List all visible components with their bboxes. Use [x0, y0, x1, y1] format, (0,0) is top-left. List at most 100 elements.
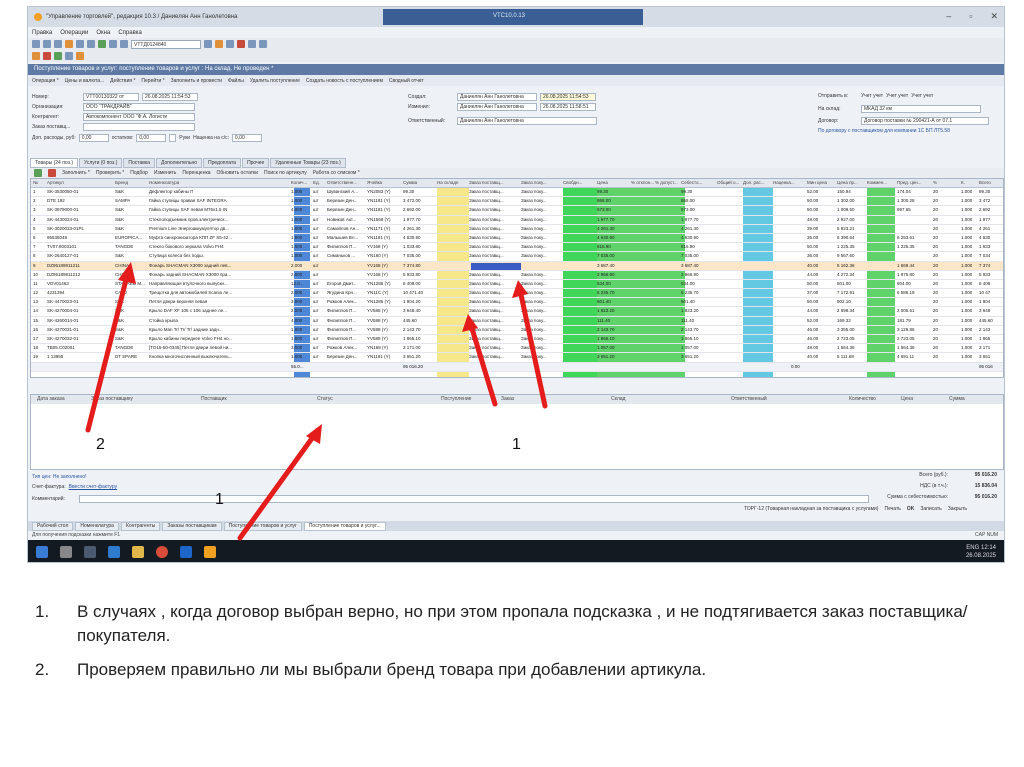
- cell-art[interactable]: TB05.C02001: [47, 345, 75, 350]
- cell-resp[interactable]: Шуванский А...: [327, 189, 358, 194]
- expenses-field[interactable]: 0,00: [78, 134, 109, 142]
- cell-unit[interactable]: шт: [313, 198, 319, 203]
- table-row[interactable]: 12 4231394 CAJU Трещотка для автомобилей Sc…: [31, 289, 1003, 299]
- cell-resp[interactable]: Филиппов П...: [327, 336, 356, 341]
- cell-brand[interactable]: STARRED M...: [115, 281, 145, 286]
- table-row[interactable]: 7 TV07.8003101 TANGDE Стекло бокового зерка…: [31, 243, 1003, 253]
- cell-sum[interactable]: 5 933.80: [403, 272, 421, 277]
- cell-sum[interactable]: 4 630.90: [403, 235, 421, 240]
- cell-price[interactable]: 111.40: [597, 318, 610, 323]
- cell-k[interactable]: 1.000: [961, 217, 972, 222]
- cell-buyer[interactable]: Заказ поку...: [521, 318, 547, 323]
- cell-cost[interactable]: 3 651.20: [681, 354, 699, 359]
- cell-n[interactable]: 4: [33, 217, 36, 222]
- cell-name[interactable]: Трещотка для автомобилей Scania ле...: [149, 290, 232, 295]
- cell-sum[interactable]: 3 651.20: [403, 354, 421, 359]
- cell-art[interactable]: DZ95189811211: [47, 263, 80, 268]
- column-header[interactable]: Бренд: [115, 180, 128, 185]
- cell-brand[interactable]: SAMPA: [115, 198, 130, 203]
- cell-buyer[interactable]: Заказ поку...: [521, 327, 547, 332]
- column-header[interactable]: % отклон...: [631, 180, 654, 185]
- cell-k[interactable]: 1.000: [961, 235, 972, 240]
- grid-refresh-stock[interactable]: Обновить остатки: [217, 170, 258, 176]
- cell-min[interactable]: 44.00: [807, 272, 818, 277]
- cell-pp[interactable]: 2 723.05: [837, 336, 855, 341]
- cell-price[interactable]: 4 261.30: [597, 226, 615, 231]
- cell-brand[interactable]: S&K: [115, 226, 124, 231]
- cell-price[interactable]: 2 143.70: [597, 327, 615, 332]
- cell-total[interactable]: 3 171: [979, 345, 990, 350]
- cell-prev[interactable]: 4 691.11: [897, 354, 914, 359]
- action-delete[interactable]: Удалить поступление: [250, 78, 300, 84]
- column-header[interactable]: Цена пр...: [837, 180, 858, 185]
- cell-pp[interactable]: 801.00: [837, 281, 851, 286]
- invoice-link[interactable]: Ввести счет-фактуру: [69, 484, 117, 490]
- cell-cell[interactable]: YN168 (Y): [367, 345, 388, 350]
- cell-total[interactable]: 99.30: [979, 189, 990, 194]
- cell-n[interactable]: 2: [33, 198, 36, 203]
- cell-qty[interactable]: 2.000: [291, 308, 302, 313]
- cell-k[interactable]: 1.000: [961, 207, 972, 212]
- cell-qty[interactable]: 1.000: [291, 198, 302, 203]
- cell-k[interactable]: 1.000: [961, 281, 972, 286]
- cell-buyer[interactable]: Заказ поку...: [521, 281, 547, 286]
- cell-buyer[interactable]: Заказ поку...: [521, 244, 547, 249]
- cell-k[interactable]: 1.000: [961, 263, 972, 268]
- cell-k[interactable]: 1.000: [961, 327, 972, 332]
- column-header[interactable]: Цена: [597, 180, 608, 185]
- cell-cell[interactable]: YN2083 (Y): [367, 189, 391, 194]
- cell-pp[interactable]: 5 111.68: [837, 354, 854, 359]
- cell-art[interactable]: DTE 192: [47, 198, 65, 203]
- close-icon[interactable]: ✕: [990, 11, 998, 22]
- cell-pct[interactable]: 20: [933, 345, 938, 350]
- cell-buyer[interactable]: Заказ поку...: [521, 235, 547, 240]
- cell-brand[interactable]: S&K: [115, 217, 124, 222]
- cell-pp[interactable]: 2 698.34: [837, 308, 855, 313]
- cell-art[interactable]: VDV01463: [47, 281, 69, 286]
- column-header[interactable]: К.: [961, 180, 965, 185]
- action-create-news[interactable]: Создать новость с поступлением: [306, 78, 383, 84]
- cell-n[interactable]: 1: [33, 189, 36, 194]
- column-header[interactable]: Себесто...: [681, 180, 702, 185]
- cell-art[interactable]: SK-4260014-01: [47, 318, 79, 323]
- cell-sum[interactable]: 10 471.40: [403, 290, 423, 295]
- grid-list-work[interactable]: Работа со списком *: [313, 170, 360, 176]
- documents-icon[interactable]: [43, 52, 51, 60]
- cell-cost[interactable]: 5 235.70: [681, 290, 699, 295]
- save-icon[interactable]: [54, 40, 62, 48]
- cell-sum[interactable]: 3 171.00: [403, 345, 421, 350]
- cell-k[interactable]: 1.000: [961, 253, 972, 258]
- cell-order[interactable]: Заказ поставщ...: [469, 327, 504, 332]
- cell-n[interactable]: 19: [33, 354, 38, 359]
- cell-cell[interactable]: YV588 (Y): [367, 336, 388, 341]
- action-goto[interactable]: Перейти *: [141, 78, 164, 84]
- cell-name[interactable]: Фонарь задний SHACMAN X3000 пра...: [149, 272, 231, 277]
- cell-qty[interactable]: 3.000: [291, 299, 302, 304]
- table-row[interactable]: 1 SK-3530050-01 S&K Дефлектор кабины П 1.000…: [31, 188, 1003, 198]
- cell-order[interactable]: Заказ поставщ...: [469, 253, 504, 258]
- cell-price[interactable]: 601.40: [597, 299, 611, 304]
- cell-unit[interactable]: шт: [313, 308, 319, 313]
- cell-unit[interactable]: шт: [313, 336, 319, 341]
- cell-name[interactable]: Ступица колеса без подш.: [149, 253, 204, 258]
- cell-min[interactable]: 37.00: [807, 290, 818, 295]
- cell-qty[interactable]: 3.000: [291, 345, 302, 350]
- cell-cost[interactable]: 2 966.90: [681, 272, 699, 277]
- cell-min[interactable]: 35.00: [807, 235, 818, 240]
- cell-resp[interactable]: Филиппов П...: [327, 308, 356, 313]
- cell-name[interactable]: Крыло кабины переднее Volvo FH4 но...: [149, 336, 232, 341]
- menu-edit[interactable]: Правка: [32, 30, 52, 36]
- cell-name[interactable]: Кнопка многочисленный выключатель...: [149, 354, 232, 359]
- cell-order[interactable]: Заказ поставщ...: [469, 336, 504, 341]
- search-icon[interactable]: [204, 40, 212, 48]
- cell-prev[interactable]: 2 005.51: [897, 308, 915, 313]
- cell-pp[interactable]: 6 390.64: [837, 235, 855, 240]
- cell-resp[interactable]: Ягудина Крн...: [327, 290, 357, 295]
- cell-total[interactable]: 1 804: [979, 299, 990, 304]
- sub-column-header[interactable]: Статус: [317, 396, 333, 402]
- cell-price[interactable]: 868.00: [597, 198, 611, 203]
- sub-column-header[interactable]: Поставщик: [201, 396, 227, 402]
- cell-brand[interactable]: S&K: [115, 327, 124, 332]
- table-row[interactable]: 11 VDV01463 STARRED M... Направляющая втуло…: [31, 280, 1003, 290]
- cell-total[interactable]: 5 933: [979, 272, 990, 277]
